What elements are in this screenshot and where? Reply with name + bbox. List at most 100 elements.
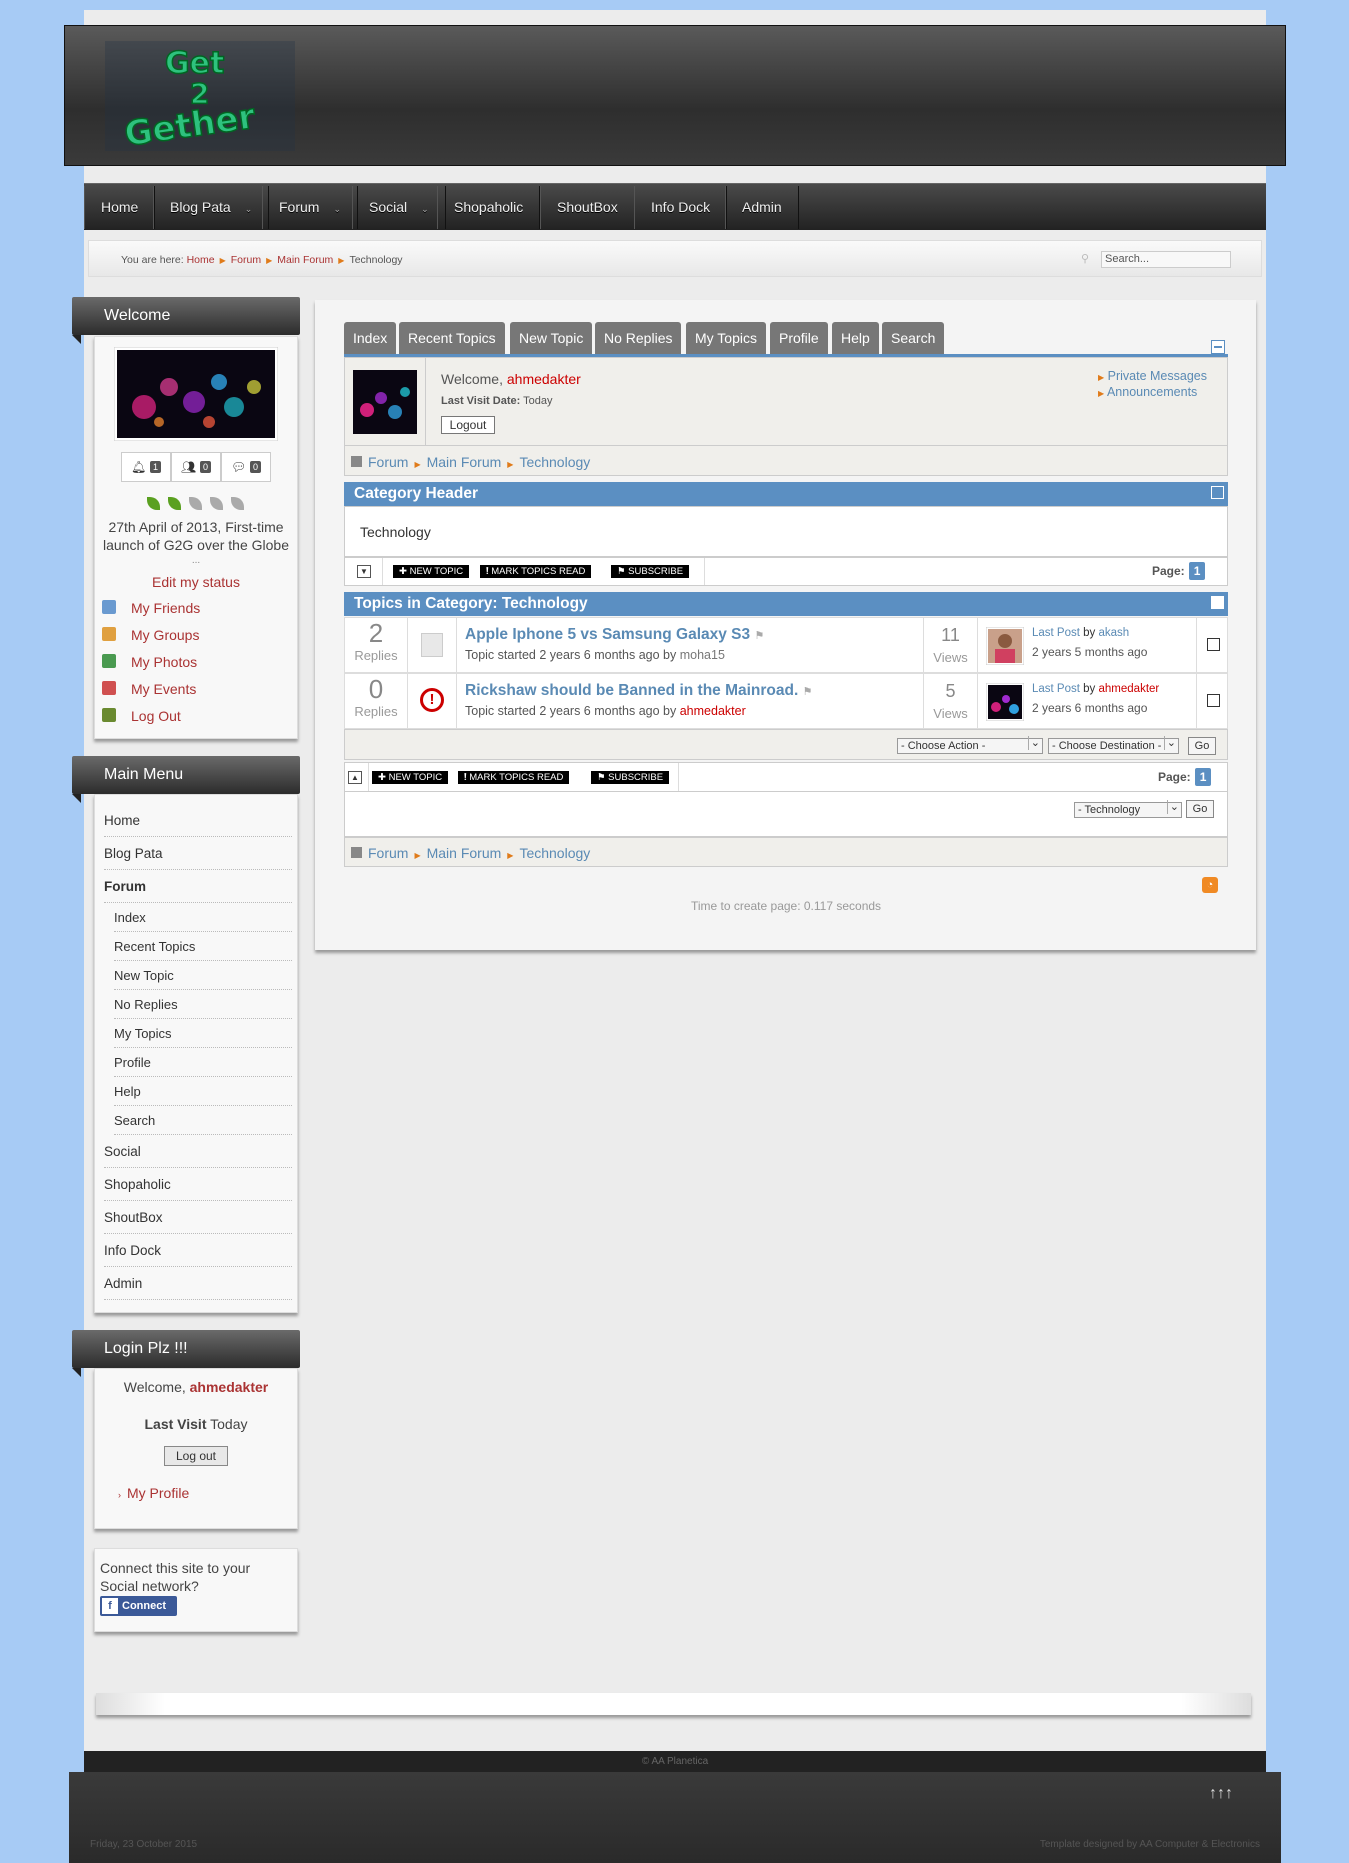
mark-topics-read-button[interactable]: ❗︎ MARK TOPICS READ [480, 565, 592, 578]
nav-blog-pata[interactable]: Blog Pata ⌄ [153, 186, 270, 229]
nav-shoutbox[interactable]: ShoutBox [540, 186, 635, 229]
last-post-author[interactable]: ahmedakter [1099, 683, 1160, 695]
my-profile-link[interactable]: › My Profile [118, 1485, 189, 1501]
button-label: SUBSCRIBE [628, 566, 684, 577]
topics-header: Topics in Category: Technology [344, 592, 1228, 616]
tab-search[interactable]: Search [882, 322, 945, 354]
chevron-down-icon: ⌄ [421, 204, 429, 214]
chevron-right-icon: › [118, 1490, 121, 1500]
nav-shopaholic[interactable]: Shopaholic [437, 186, 541, 229]
private-messages-link[interactable]: ▶ Private Messages [1098, 369, 1207, 385]
path-technology[interactable]: Technology [519, 454, 590, 470]
site-logo[interactable]: Get 2 Gether [105, 41, 295, 151]
last-post-avatar[interactable] [986, 627, 1024, 665]
tab-index[interactable]: Index [344, 322, 397, 354]
menu-item-home[interactable]: Home [104, 813, 292, 837]
nav-info-dock[interactable]: Info Dock [634, 186, 728, 229]
last-post-link[interactable]: Last Post [1032, 683, 1080, 695]
chevron-down-icon[interactable]: ▼ [357, 565, 371, 578]
topics-header-text: Topics in Category: Technology [354, 595, 588, 612]
menu-item-profile[interactable]: Profile [114, 1055, 292, 1077]
facebook-connect-button[interactable]: f Connect [100, 1596, 177, 1616]
search-input[interactable]: Search... [1101, 251, 1231, 268]
breadcrumb-home[interactable]: Home [187, 254, 215, 266]
last-post-author[interactable]: akash [1099, 627, 1130, 639]
topic-select-checkbox[interactable] [1207, 694, 1220, 707]
breadcrumb-main-forum[interactable]: Main Forum [277, 254, 333, 266]
menu-item-no-replies[interactable]: No Replies [114, 997, 292, 1019]
nav-label: Info Dock [651, 199, 711, 215]
last-post-link[interactable]: Last Post [1032, 627, 1080, 639]
menu-item-forum[interactable]: Forum [104, 879, 292, 903]
forum-user-avatar[interactable] [353, 370, 417, 434]
log-out-link[interactable]: Log Out [131, 708, 181, 724]
category-name[interactable]: Technology [360, 524, 431, 540]
menu-item-admin[interactable]: Admin [104, 1276, 292, 1300]
path-forum[interactable]: Forum [368, 454, 408, 470]
notifications-counter[interactable]: 🔔︎ 1 [121, 452, 171, 482]
menu-item-my-topics[interactable]: My Topics [114, 1026, 292, 1048]
my-events-link[interactable]: My Events [131, 681, 196, 697]
path-main-forum[interactable]: Main Forum [427, 845, 502, 861]
tab-no-replies[interactable]: No Replies [595, 322, 682, 354]
topic-select-checkbox[interactable] [1207, 638, 1220, 651]
tab-my-topics[interactable]: My Topics [686, 322, 766, 354]
user-avatar[interactable] [114, 347, 278, 441]
menu-item-search[interactable]: Search [114, 1113, 292, 1135]
my-friends-link[interactable]: My Friends [131, 600, 200, 616]
new-topic-button[interactable]: ✚ NEW TOPIC [393, 565, 470, 578]
menu-item-recent-topics[interactable]: Recent Topics [114, 939, 292, 961]
topic-title[interactable]: Rickshaw should be Banned in the Mainroa… [465, 682, 812, 700]
topic-author[interactable]: ahmedakter [680, 704, 746, 718]
nav-social[interactable]: Social ⌄ [352, 186, 446, 229]
page-1-button[interactable]: 1 [1188, 562, 1206, 580]
menu-item-shopaholic[interactable]: Shopaholic [104, 1177, 292, 1201]
choose-action-select[interactable]: - Choose Action - [897, 736, 1043, 754]
collapse-icon[interactable] [1211, 486, 1224, 499]
last-post-avatar[interactable] [986, 683, 1024, 721]
forum-logout-button[interactable]: Logout [441, 416, 495, 434]
my-photos-link[interactable]: My Photos [131, 654, 197, 670]
menu-item-new-topic[interactable]: New Topic [114, 968, 292, 990]
back-to-top-button[interactable]: ↑↑↑ [1209, 1785, 1233, 1803]
checkbox-icon[interactable] [1211, 596, 1224, 609]
tab-recent-topics[interactable]: Recent Topics [399, 322, 505, 354]
tab-help[interactable]: Help [832, 322, 879, 354]
edit-status-link[interactable]: Edit my status [98, 574, 294, 590]
menu-item-help[interactable]: Help [114, 1084, 292, 1106]
menu-item-shoutbox[interactable]: ShoutBox [104, 1210, 292, 1234]
subscribe-button[interactable]: ⚑ SUBSCRIBE [611, 565, 690, 578]
subscribe-button[interactable]: ⚑ SUBSCRIBE [591, 771, 670, 784]
nav-forum[interactable]: Forum ⌄ [262, 186, 358, 229]
topic-title[interactable]: Apple Iphone 5 vs Samsung Galaxy S3 ⚑ [465, 626, 764, 644]
tab-new-topic[interactable]: New Topic [510, 322, 593, 354]
nav-home[interactable]: Home [84, 186, 156, 229]
menu-item-social[interactable]: Social [104, 1144, 292, 1168]
tab-profile[interactable]: Profile [770, 322, 828, 354]
friends-counter[interactable]: 👥︎ 0 [171, 452, 221, 482]
page-1-button[interactable]: 1 [1194, 768, 1212, 786]
menu-item-index[interactable]: Index [114, 910, 292, 932]
topic-author[interactable]: moha15 [680, 648, 725, 662]
choose-destination-select[interactable]: - Choose Destination - [1048, 736, 1179, 754]
path-main-forum[interactable]: Main Forum [427, 454, 502, 470]
mark-topics-read-button[interactable]: ❗︎ MARK TOPICS READ [458, 771, 570, 784]
menu-item-info-dock[interactable]: Info Dock [104, 1243, 292, 1267]
collapse-icon[interactable] [1211, 340, 1225, 354]
moderation-go-button[interactable]: Go [1188, 737, 1216, 755]
jump-go-button[interactable]: Go [1186, 800, 1214, 818]
rss-icon[interactable]: ◔ [1202, 877, 1218, 893]
messages-counter[interactable]: 💬︎ 0 [221, 452, 271, 482]
menu-item-blog-pata[interactable]: Blog Pata [104, 846, 292, 870]
my-groups-link[interactable]: My Groups [131, 627, 199, 643]
logout-button[interactable]: Log out [164, 1446, 228, 1466]
forum-username[interactable]: ahmedakter [507, 371, 581, 387]
new-topic-button[interactable]: ✚ NEW TOPIC [372, 771, 449, 784]
breadcrumb-forum[interactable]: Forum [231, 254, 261, 266]
announcements-link[interactable]: ▶ Announcements [1098, 385, 1207, 401]
path-forum[interactable]: Forum [368, 845, 408, 861]
category-jump-select[interactable]: - Technology [1074, 800, 1182, 818]
nav-admin[interactable]: Admin [725, 186, 799, 229]
path-technology[interactable]: Technology [519, 845, 590, 861]
chevron-up-icon[interactable]: ▲ [348, 771, 362, 784]
